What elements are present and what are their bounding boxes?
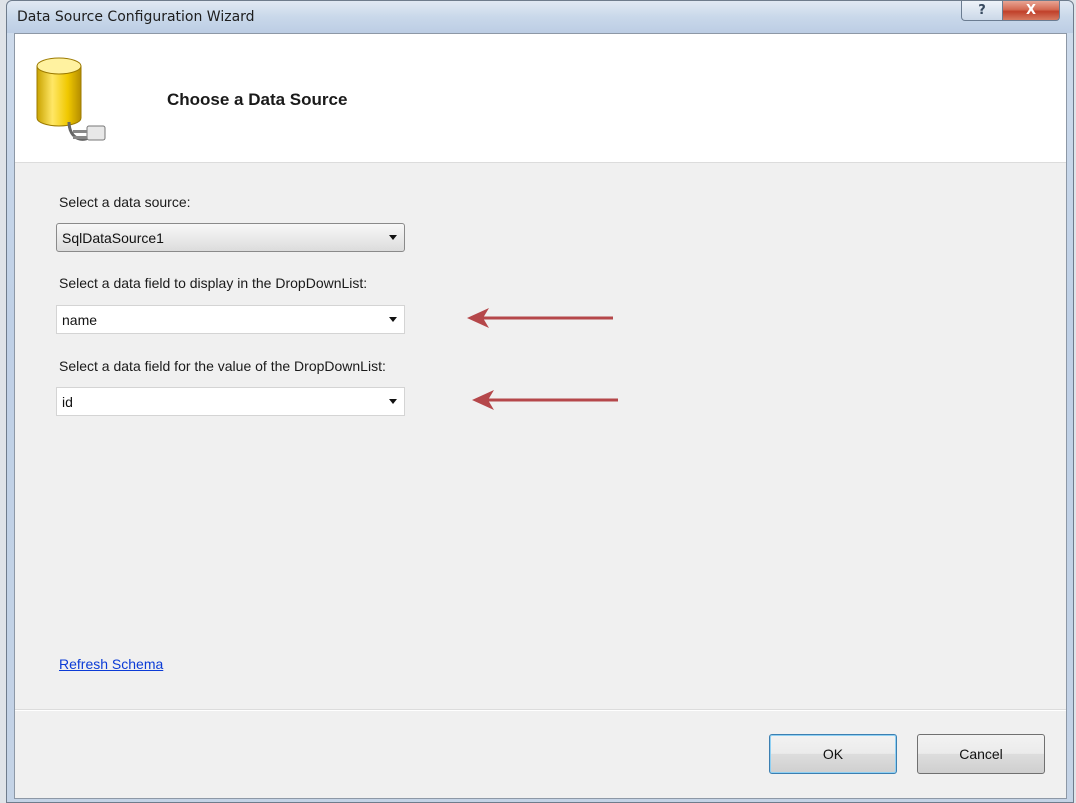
help-icon: ? [978, 3, 986, 18]
value-field-value: id [62, 393, 73, 410]
wizard-header: Choose a Data Source [15, 34, 1066, 163]
annotation-arrow-icon [472, 390, 618, 410]
close-icon: X [1025, 3, 1037, 18]
wizard-client-area: Choose a Data Source Select a data sourc… [14, 33, 1067, 799]
data-source-select[interactable]: SqlDataSource1 [56, 223, 405, 252]
display-field-value: name [62, 311, 98, 328]
chevron-down-icon[interactable] [382, 224, 404, 251]
window-title: Data Source Configuration Wizard [17, 9, 255, 25]
value-field-label: Select a data field for the value of the… [59, 358, 386, 374]
display-field-label: Select a data field to display in the Dr… [59, 275, 368, 291]
refresh-schema-link[interactable]: Refresh Schema [59, 656, 163, 672]
title-bar[interactable]: Data Source Configuration Wizard ? X [7, 1, 1073, 33]
chevron-down-icon[interactable] [382, 388, 404, 415]
page-title: Choose a Data Source [167, 90, 348, 109]
database-plug-icon [36, 57, 106, 141]
close-button[interactable]: X [1002, 1, 1060, 21]
ok-button[interactable]: OK [769, 734, 897, 774]
cancel-button[interactable]: Cancel [917, 734, 1045, 774]
annotation-arrow-icon [467, 308, 613, 328]
wizard-window: Data Source Configuration Wizard ? X Cho… [6, 0, 1074, 803]
help-button[interactable]: ? [961, 1, 1003, 21]
data-source-value: SqlDataSource1 [62, 229, 164, 246]
divider [15, 709, 1066, 711]
chevron-down-icon[interactable] [382, 306, 404, 333]
display-field-select[interactable]: name [56, 305, 405, 334]
data-source-label: Select a data source: [59, 194, 191, 210]
value-field-select[interactable]: id [56, 387, 405, 416]
